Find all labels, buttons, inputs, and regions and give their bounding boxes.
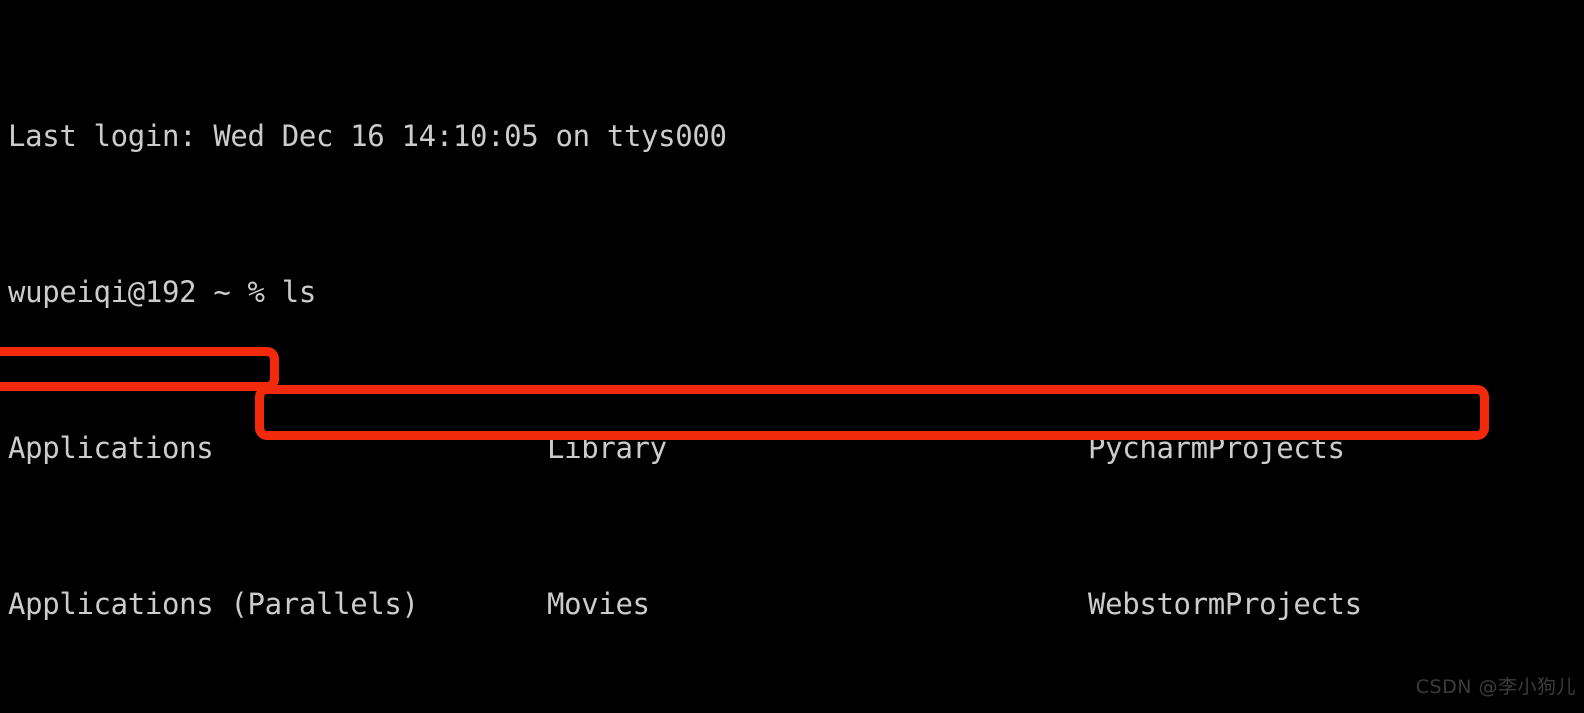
- ls-output-row: Applications Library PycharmProjects: [8, 429, 1584, 468]
- ls-entry: WebstormProjects: [1088, 587, 1362, 621]
- terminal-window[interactable]: Last login: Wed Dec 16 14:10:05 on ttys0…: [0, 0, 1584, 713]
- ls-entry: Movies: [547, 587, 650, 621]
- ls-entry: Library: [547, 431, 667, 465]
- ls-entry: Applications: [8, 431, 214, 465]
- ls-output-row: Applications (Parallels) Movies Webstorm…: [8, 585, 1584, 624]
- terminal-line-prompt-ls: wupeiqi@192 ~ % ls: [8, 275, 316, 309]
- ls-entry: PycharmProjects: [1088, 431, 1345, 465]
- terminal-screen: Last login: Wed Dec 16 14:10:05 on ttys0…: [8, 0, 1584, 713]
- ls-entry: Applications (Parallels): [8, 587, 419, 621]
- csdn-watermark: CSDN @李小狗儿: [1415, 676, 1576, 698]
- terminal-line-login-banner: Last login: Wed Dec 16 14:10:05 on ttys0…: [8, 119, 727, 153]
